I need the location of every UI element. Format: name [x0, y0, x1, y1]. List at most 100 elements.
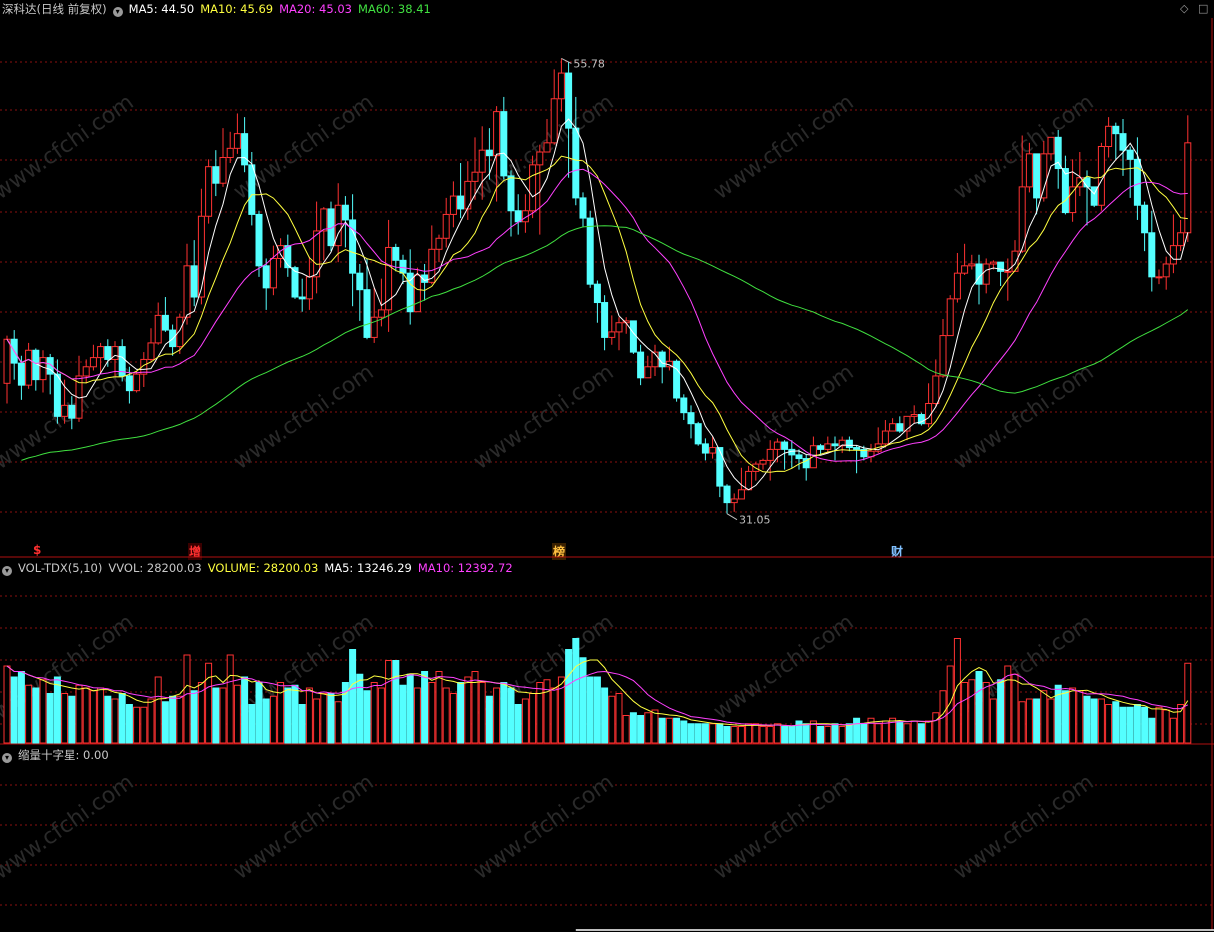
candle-body	[572, 127, 580, 199]
volume-bar	[219, 687, 227, 744]
volume-bar	[629, 712, 637, 744]
volume-bar	[529, 693, 537, 744]
candle-body	[687, 412, 695, 425]
watermark: www.cfchi.com	[469, 360, 618, 475]
volume-bar	[853, 717, 861, 744]
candle-body	[795, 454, 803, 460]
volume-bar	[1011, 673, 1019, 744]
candle-body	[255, 213, 263, 267]
candle-body	[1083, 177, 1091, 188]
candle-body	[1119, 133, 1127, 151]
volume-bar	[284, 687, 292, 744]
candle-body	[514, 210, 522, 223]
candle-body	[658, 351, 666, 368]
volume-bar	[133, 706, 141, 744]
volume-bar	[622, 715, 630, 744]
candle-body	[608, 331, 616, 338]
candle-body	[82, 366, 90, 377]
volume-bar	[615, 693, 623, 744]
volume-bar	[1061, 690, 1069, 744]
volume-bar	[752, 723, 760, 744]
volume-bar	[723, 726, 731, 744]
volume-bar	[327, 693, 335, 744]
candle-body	[845, 439, 853, 449]
candle-body	[1061, 168, 1069, 214]
volume-bar	[32, 687, 40, 744]
volume-bar	[745, 723, 753, 744]
volume-bar	[910, 720, 918, 744]
volume-bar	[824, 726, 832, 744]
candle-body	[392, 246, 400, 261]
candle-body	[320, 208, 328, 232]
candle-body	[507, 175, 515, 212]
watermark: www.cfchi.com	[469, 770, 618, 885]
volume-bar	[46, 693, 54, 744]
volume-bar	[946, 665, 954, 744]
min-pointer	[726, 513, 738, 521]
watermark: www.cfchi.com	[709, 610, 858, 725]
stock-chart[interactable]: www.cfchi.com www.cfchi.com www.cfchi.com w…	[0, 0, 1214, 932]
candle-body	[219, 157, 227, 184]
candle-body	[212, 166, 220, 184]
candle-body	[298, 296, 306, 300]
volume-bar	[356, 673, 364, 744]
volume-bar	[989, 698, 997, 744]
volume-bar	[961, 682, 969, 744]
volume-bar	[442, 687, 450, 744]
volume-bar	[183, 654, 191, 744]
volume-bar	[1018, 701, 1026, 744]
candle-body	[53, 373, 61, 417]
candle-body	[961, 265, 969, 274]
candle-body	[356, 272, 364, 291]
volume-bar	[694, 723, 702, 744]
volume-bar	[838, 726, 846, 744]
volume-bar	[536, 682, 544, 744]
candle-body	[17, 362, 25, 386]
watermark: www.cfchi.com	[949, 770, 1098, 885]
volume-bar	[1025, 698, 1033, 744]
volume-bar	[385, 660, 393, 744]
volume-bar	[370, 682, 378, 744]
candle-body	[946, 298, 954, 337]
candle-body	[637, 351, 645, 379]
candle-body	[241, 133, 249, 166]
candle-body	[953, 272, 961, 300]
candle-body	[1148, 232, 1156, 278]
volume-bar	[399, 684, 407, 744]
candle-body	[781, 441, 789, 450]
candle-body	[39, 357, 47, 381]
candle-body	[773, 441, 781, 450]
candle-body	[1169, 245, 1177, 265]
watermark: www.cfchi.com	[229, 360, 378, 475]
volume-bar	[550, 687, 558, 744]
candle-body	[1004, 270, 1012, 273]
candle-body	[413, 274, 421, 313]
volume-bar	[845, 723, 853, 744]
volume-bar	[572, 638, 580, 744]
volume-bar	[320, 693, 328, 744]
candle-body	[161, 314, 169, 331]
volume-bar	[1162, 709, 1170, 744]
volume-bar	[305, 687, 313, 744]
volume-bar	[737, 726, 745, 744]
candle-body	[1112, 125, 1120, 135]
volume-bar	[118, 693, 126, 744]
candle-body	[557, 72, 565, 100]
candle-body	[485, 149, 493, 157]
watermark: www.cfchi.com	[949, 360, 1098, 475]
candle-body	[104, 346, 112, 360]
candle-body	[601, 302, 609, 338]
volume-bar	[759, 726, 767, 744]
volume-bar	[1033, 698, 1041, 744]
volume-bar	[658, 717, 666, 744]
volume-bar	[428, 682, 436, 744]
candle-body	[536, 151, 544, 166]
volume-bar	[1126, 706, 1134, 744]
candle-body	[737, 489, 745, 500]
volume-bar	[565, 649, 573, 744]
volume-bar	[860, 723, 868, 744]
volume-bar	[1097, 698, 1105, 744]
candle-body	[341, 204, 349, 221]
candle-body	[629, 320, 637, 353]
candle-body	[269, 257, 277, 289]
